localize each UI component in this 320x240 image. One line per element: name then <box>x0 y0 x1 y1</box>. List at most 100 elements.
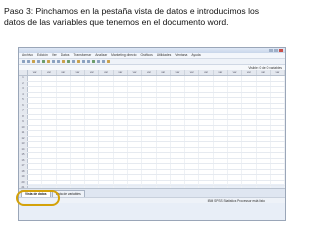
save-icon[interactable] <box>27 60 30 63</box>
data-cell[interactable] <box>71 136 86 141</box>
data-cell[interactable] <box>128 92 143 97</box>
data-cell[interactable] <box>42 98 57 103</box>
data-cell[interactable] <box>157 169 171 174</box>
data-cell[interactable] <box>71 92 86 97</box>
data-cell[interactable] <box>42 164 57 169</box>
data-cell[interactable] <box>171 153 186 158</box>
data-cell[interactable] <box>271 131 285 136</box>
data-cell[interactable] <box>185 158 200 163</box>
data-cell[interactable] <box>114 169 128 174</box>
row-number[interactable]: 3 <box>19 87 28 92</box>
weight-cases-icon[interactable] <box>87 60 90 63</box>
data-cell[interactable] <box>57 120 71 125</box>
data-cell[interactable] <box>185 87 200 92</box>
data-cell[interactable] <box>271 147 285 152</box>
data-cell[interactable] <box>242 169 257 174</box>
data-cell[interactable] <box>71 164 86 169</box>
data-cell[interactable] <box>114 136 128 141</box>
data-cell[interactable] <box>271 81 285 86</box>
data-cell[interactable] <box>28 180 43 185</box>
data-cell[interactable] <box>185 180 200 185</box>
data-cell[interactable] <box>142 120 157 125</box>
data-cell[interactable] <box>185 131 200 136</box>
data-cell[interactable] <box>157 164 171 169</box>
data-cell[interactable] <box>128 81 143 86</box>
data-cell[interactable] <box>185 120 200 125</box>
data-cell[interactable] <box>185 164 200 169</box>
data-cell[interactable] <box>57 158 71 163</box>
data-cell[interactable] <box>214 87 228 92</box>
data-cell[interactable] <box>28 109 43 114</box>
data-cell[interactable] <box>199 92 214 97</box>
data-cell[interactable] <box>214 81 228 86</box>
data-cell[interactable] <box>214 109 228 114</box>
data-cell[interactable] <box>214 158 228 163</box>
data-cell[interactable] <box>85 81 100 86</box>
data-cell[interactable] <box>257 131 271 136</box>
data-cell[interactable] <box>114 147 128 152</box>
data-cell[interactable] <box>142 81 157 86</box>
data-cell[interactable] <box>214 169 228 174</box>
data-cell[interactable] <box>242 147 257 152</box>
data-cell[interactable] <box>271 169 285 174</box>
data-cell[interactable] <box>185 92 200 97</box>
data-cell[interactable] <box>157 114 171 119</box>
data-cell[interactable] <box>271 87 285 92</box>
row-number[interactable]: 15 <box>19 153 28 158</box>
data-cell[interactable] <box>71 175 86 180</box>
data-cell[interactable] <box>199 164 214 169</box>
data-cell[interactable] <box>57 81 71 86</box>
data-cell[interactable] <box>242 175 257 180</box>
row-number[interactable]: 8 <box>19 114 28 119</box>
data-cell[interactable] <box>128 142 143 147</box>
data-cell[interactable] <box>185 98 200 103</box>
data-cell[interactable] <box>257 114 271 119</box>
data-cell[interactable] <box>171 92 186 97</box>
data-cell[interactable] <box>42 153 57 158</box>
data-cell[interactable] <box>42 87 57 92</box>
data-cell[interactable] <box>157 131 171 136</box>
row-number[interactable]: 19 <box>19 175 28 180</box>
row-number[interactable]: 4 <box>19 92 28 97</box>
data-cell[interactable] <box>257 98 271 103</box>
data-cell[interactable] <box>114 103 128 108</box>
data-cell[interactable] <box>28 76 43 81</box>
data-cell[interactable] <box>157 109 171 114</box>
data-cell[interactable] <box>157 142 171 147</box>
data-cell[interactable] <box>257 109 271 114</box>
value-labels-icon[interactable] <box>97 60 100 63</box>
data-cell[interactable] <box>157 120 171 125</box>
data-cell[interactable] <box>214 98 228 103</box>
data-cell[interactable] <box>199 175 214 180</box>
tab-data-view[interactable]: Vista de datos <box>21 190 51 197</box>
data-cell[interactable] <box>142 147 157 152</box>
data-cell[interactable] <box>42 136 57 141</box>
data-cell[interactable] <box>128 169 143 174</box>
data-cell[interactable] <box>128 114 143 119</box>
insert-cases-icon[interactable] <box>72 60 75 63</box>
data-cell[interactable] <box>57 147 71 152</box>
column-header[interactable]: var <box>85 70 100 75</box>
data-cell[interactable] <box>228 109 243 114</box>
data-cell[interactable] <box>85 131 100 136</box>
data-cell[interactable] <box>99 131 114 136</box>
data-cell[interactable] <box>99 175 114 180</box>
data-cell[interactable] <box>157 125 171 130</box>
data-cell[interactable] <box>71 153 86 158</box>
data-cell[interactable] <box>214 125 228 130</box>
row-number[interactable]: 17 <box>19 164 28 169</box>
data-cell[interactable] <box>214 76 228 81</box>
data-cell[interactable] <box>271 114 285 119</box>
data-cell[interactable] <box>242 109 257 114</box>
data-cell[interactable] <box>85 158 100 163</box>
data-cell[interactable] <box>142 158 157 163</box>
data-cell[interactable] <box>128 158 143 163</box>
row-number[interactable]: 11 <box>19 131 28 136</box>
data-cell[interactable] <box>242 153 257 158</box>
dialog-recall-icon[interactable] <box>37 60 40 63</box>
data-cell[interactable] <box>128 131 143 136</box>
data-cell[interactable] <box>242 164 257 169</box>
column-header[interactable]: var <box>71 70 86 75</box>
column-header[interactable]: var <box>28 70 43 75</box>
data-cell[interactable] <box>157 92 171 97</box>
